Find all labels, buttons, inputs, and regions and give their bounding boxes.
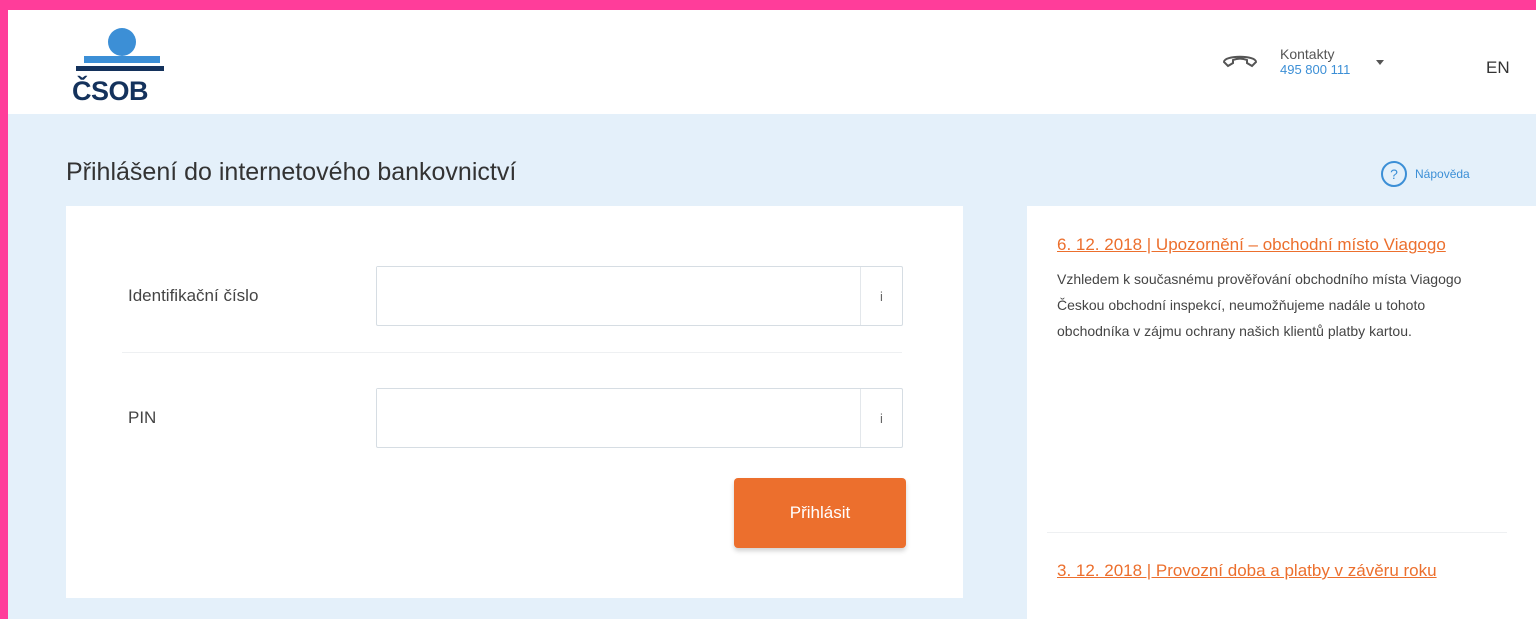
id-input-wrapper: i bbox=[376, 266, 903, 326]
logo-text: ČSOB bbox=[72, 76, 149, 106]
site-header: ČSOB Kontakty 495 800 111 EN bbox=[8, 10, 1536, 114]
news-item: 3. 12. 2018 | Provozní doba a platby v z… bbox=[1057, 558, 1487, 584]
contacts-phone[interactable]: 495 800 111 bbox=[1280, 62, 1350, 78]
info-icon[interactable]: i bbox=[860, 389, 902, 447]
question-icon: ? bbox=[1381, 161, 1407, 187]
news-title-link[interactable]: 3. 12. 2018 | Provozní doba a platby v z… bbox=[1057, 558, 1487, 584]
pin-field-row: PIN i bbox=[66, 388, 963, 448]
news-title-link[interactable]: 6. 12. 2018 | Upozornění – obchodní míst… bbox=[1057, 232, 1487, 258]
login-form: Identifikační číslo i PIN i Přihlásit bbox=[66, 206, 963, 598]
id-field-row: Identifikační číslo i bbox=[66, 266, 963, 326]
help-label: Nápověda bbox=[1415, 167, 1470, 181]
news-panel: 6. 12. 2018 | Upozornění – obchodní míst… bbox=[1027, 206, 1536, 619]
contacts-text: Kontakty 495 800 111 bbox=[1280, 46, 1350, 78]
id-input[interactable] bbox=[377, 267, 857, 323]
id-label: Identifikační číslo bbox=[128, 286, 259, 305]
form-divider bbox=[122, 352, 902, 353]
pin-input[interactable] bbox=[377, 389, 857, 445]
info-icon[interactable]: i bbox=[860, 267, 902, 325]
browser-viewport: ČSOB Kontakty 495 800 111 EN Přihlášení … bbox=[8, 10, 1536, 619]
pin-input-wrapper: i bbox=[376, 388, 903, 448]
page-title: Přihlášení do internetového bankovnictví bbox=[66, 158, 517, 186]
pin-label: PIN bbox=[128, 408, 157, 427]
news-body: Vzhledem k současnému prověřování obchod… bbox=[1057, 271, 1462, 339]
csob-logo[interactable]: ČSOB bbox=[72, 22, 172, 106]
login-button[interactable]: Přihlásit bbox=[734, 478, 906, 548]
chevron-down-icon[interactable] bbox=[1376, 59, 1385, 65]
csob-logo-icon bbox=[76, 28, 164, 71]
contacts-menu[interactable]: Kontakty 495 800 111 bbox=[1222, 40, 1385, 84]
help-link[interactable]: ? Nápověda bbox=[1381, 161, 1470, 187]
contacts-label: Kontakty bbox=[1280, 46, 1335, 62]
language-switch[interactable]: EN bbox=[1486, 58, 1510, 78]
phone-icon bbox=[1222, 55, 1258, 68]
news-divider bbox=[1047, 532, 1507, 533]
news-item: 6. 12. 2018 | Upozornění – obchodní míst… bbox=[1057, 232, 1487, 344]
